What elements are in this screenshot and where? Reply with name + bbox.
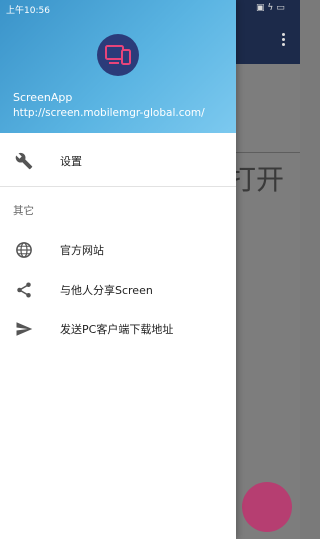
menu-item-send-pc-link[interactable]: 发送PC客户端下载地址 [0,309,236,349]
drawer-header: 上午10:56 ScreenApp http://screen.mobilemg… [0,0,236,133]
menu-item-settings[interactable]: 设置 [0,141,236,181]
battery-icon: ▭ [276,3,285,13]
screenshot-icon: ▣ [256,3,265,13]
app-name: ScreenApp [13,91,73,104]
background-divider [236,152,300,153]
more-options-icon[interactable] [282,33,286,49]
charging-icon: ϟ [267,3,274,13]
navigation-drawer: 上午10:56 ScreenApp http://screen.mobilemg… [0,0,236,539]
background-label: 打开 [228,163,285,196]
share-icon [14,280,34,300]
app-url[interactable]: http://screen.mobilemgr-global.com/ [13,107,205,119]
section-divider [0,186,236,187]
menu-item-label: 与他人分享Screen [60,284,153,297]
send-icon [14,319,34,339]
status-time: 上午10:56 [6,6,50,16]
status-icons: ▣ ϟ ▭ [256,3,285,13]
globe-icon [14,240,34,260]
wrench-icon [14,151,34,171]
app-logo [97,34,139,76]
menu-item-label: 发送PC客户端下载地址 [60,323,174,336]
menu-item-share[interactable]: 与他人分享Screen [0,270,236,310]
menu-item-label: 设置 [60,155,82,168]
section-title: 其它 [13,205,34,217]
floating-action-button[interactable] [242,482,292,532]
devices-icon [105,45,131,65]
menu-item-label: 官方网站 [60,244,104,257]
menu-item-official-site[interactable]: 官方网站 [0,230,236,270]
